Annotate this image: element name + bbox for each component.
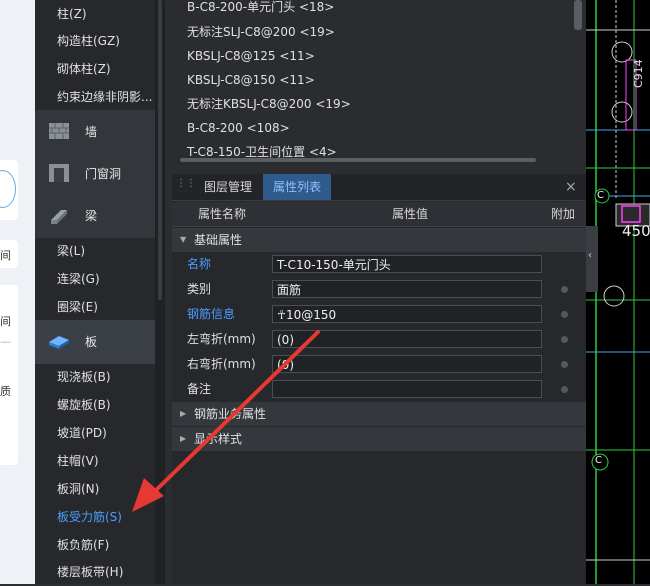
header-extra: 附加 — [551, 207, 576, 221]
section-business-properties[interactable]: ▶ 钢筋业务属性 — [172, 402, 586, 426]
left-side-panel: 间 间 — 质 — [0, 0, 35, 584]
table-row: 左弯折(mm) (0) — [172, 327, 586, 352]
property-value-input[interactable]: (0) — [272, 330, 542, 348]
table-row: 右弯折(mm) (0) — [172, 352, 586, 377]
tree-item[interactable]: 构造柱(GZ) — [57, 27, 120, 55]
list-vertical-scrollbar[interactable] — [574, 0, 582, 30]
property-value-input[interactable]: 面筋 — [272, 280, 542, 298]
collapse-right-icon: ▶ — [180, 409, 187, 418]
door-window-icon — [49, 164, 69, 182]
tree-item[interactable]: 圈梁(E) — [57, 293, 98, 321]
extra-checkbox[interactable] — [561, 311, 568, 318]
cad-label: C914 — [632, 59, 645, 88]
table-header: 属性名称 属性值 附加 — [172, 202, 586, 227]
category-label: 板 — [85, 335, 98, 349]
section-basic-properties[interactable]: ▼ 基础属性 — [172, 228, 586, 252]
rebar-list: B-C8-200-单元门头 <18> 无标注SLJ-C8@200 <19> KB… — [172, 0, 586, 166]
category-label: 门窗洞 — [85, 167, 122, 181]
circle-icon — [0, 170, 16, 208]
category-wall[interactable]: 墙 — [35, 110, 155, 154]
extra-checkbox[interactable] — [561, 286, 568, 293]
wall-icon — [49, 123, 69, 139]
extra-checkbox[interactable] — [561, 361, 568, 368]
left-card[interactable]: 间 — 质 — [0, 285, 18, 465]
category-slab[interactable]: 板 — [35, 320, 155, 364]
left-card-text: 间 — [0, 315, 11, 328]
cad-label: 450 — [622, 222, 650, 240]
property-name: 备注 — [187, 382, 212, 396]
section-display-style[interactable]: ▶ 显示样式 — [172, 427, 586, 451]
left-card-text: 间 — [0, 249, 11, 262]
list-horizontal-scrollbar[interactable] — [180, 158, 536, 162]
extra-checkbox[interactable] — [561, 336, 568, 343]
header-name: 属性名称 — [198, 207, 247, 221]
cad-label: C — [595, 455, 602, 466]
tree-item[interactable]: 现浇板(B) — [57, 363, 111, 391]
property-name: 右弯折(mm) — [187, 357, 256, 371]
tree-item[interactable]: 坡道(PD) — [57, 419, 107, 447]
left-card-text: 质 — [0, 385, 11, 398]
chevron-left-icon: ‹ — [588, 250, 592, 261]
left-card-text: — — [0, 335, 11, 348]
collapse-right-icon: ▶ — [180, 434, 187, 443]
drag-handle-icon[interactable]: ⋮⋮ — [176, 179, 196, 194]
table-row: 钢筋信息 ☥10@150 — [172, 302, 586, 327]
property-name: 类别 — [187, 282, 212, 296]
tree-scrollbar[interactable] — [155, 0, 165, 584]
list-item[interactable]: B-C8-200 <108> — [187, 116, 290, 140]
panel-collapse-button[interactable]: ‹ — [586, 226, 598, 292]
cad-label: C — [597, 190, 604, 201]
tree-item[interactable]: 梁(L) — [57, 237, 85, 265]
list-item[interactable]: B-C8-200-单元门头 <18> — [187, 0, 334, 19]
section-label: 钢筋业务属性 — [194, 407, 267, 421]
close-icon[interactable]: × — [565, 178, 579, 196]
tree-item[interactable]: 螺旋板(B) — [57, 391, 111, 419]
extra-checkbox[interactable] — [561, 386, 568, 393]
slab-icon — [49, 336, 69, 349]
tree-item[interactable]: 楼层板带(H) — [57, 558, 123, 586]
tree-item[interactable]: 约束边缘非阴影... — [57, 83, 152, 111]
table-row: 类别 面筋 — [172, 277, 586, 302]
property-name: 钢筋信息 — [187, 307, 236, 321]
section-label: 基础属性 — [194, 233, 243, 247]
collapse-down-icon: ▼ — [180, 235, 187, 244]
category-beam[interactable]: 梁 — [35, 194, 155, 238]
property-value-input[interactable] — [272, 380, 542, 398]
tree-item[interactable]: 柱(Z) — [57, 0, 87, 28]
tree-item[interactable]: 砌体柱(Z) — [57, 55, 111, 83]
tree-item[interactable]: 柱帽(V) — [57, 447, 99, 475]
tree-item[interactable]: 板洞(N) — [57, 475, 99, 503]
cad-canvas[interactable]: C914 450 C C — [586, 0, 650, 584]
category-label: 墙 — [85, 125, 98, 139]
table-row: 备注 — [172, 377, 586, 402]
header-value: 属性值 — [392, 207, 429, 221]
tree-item-slab-rebar[interactable]: 板受力筋(S) — [57, 503, 122, 531]
list-item[interactable]: KBSLJ-C8@125 <11> — [187, 44, 315, 68]
tree-item[interactable]: 板负筋(F) — [57, 531, 109, 559]
section-label: 显示样式 — [194, 432, 243, 446]
property-value-input[interactable]: ☥10@150 — [272, 305, 542, 323]
list-item[interactable]: 无标注KBSLJ-C8@200 <19> — [187, 92, 351, 116]
category-label: 梁 — [85, 209, 98, 223]
component-tree: 柱(Z) 构造柱(GZ) 砌体柱(Z) 约束边缘非阴影... 墙 门窗洞 梁 梁… — [35, 0, 155, 584]
tree-item[interactable]: 连梁(G) — [57, 265, 100, 293]
beam-icon — [51, 210, 67, 224]
property-name: 名称 — [187, 257, 212, 271]
scrollbar-thumb[interactable] — [158, 0, 162, 300]
left-card[interactable]: 间 — [0, 240, 18, 268]
left-card — [0, 160, 18, 220]
property-value-input[interactable]: (0) — [272, 355, 542, 373]
tab-layer-management[interactable]: 图层管理 — [194, 174, 262, 200]
panel-tabbar: 图层管理 属性列表 — [172, 174, 586, 201]
tab-property-list[interactable]: 属性列表 — [263, 174, 332, 200]
list-item[interactable]: KBSLJ-C8@150 <11> — [187, 68, 315, 92]
property-value-input[interactable]: T-C10-150-单元门头 — [272, 255, 542, 273]
property-name: 左弯折(mm) — [187, 332, 256, 346]
table-row: 名称 T-C10-150-单元门头 — [172, 252, 586, 277]
category-door-window[interactable]: 门窗洞 — [35, 152, 155, 196]
list-item[interactable]: 无标注SLJ-C8@200 <19> — [187, 20, 335, 44]
